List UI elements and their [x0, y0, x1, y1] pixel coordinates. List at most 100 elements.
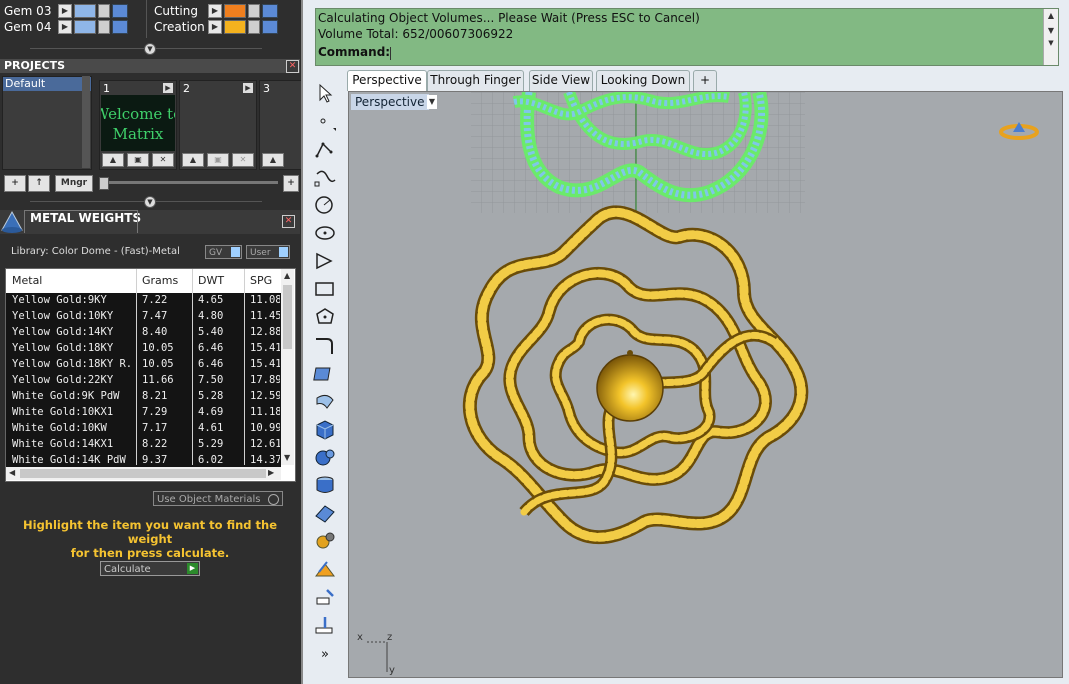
- lock-icon[interactable]: [98, 4, 110, 18]
- transform-icon[interactable]: [313, 586, 337, 608]
- layer-color-swatch[interactable]: [74, 4, 96, 18]
- table-row[interactable]: Yellow Gold:18KY R... 10.05 6.46 15.41: [6, 357, 281, 373]
- polygon-icon[interactable]: [313, 306, 337, 328]
- scroll-down-icon[interactable]: ▼: [1044, 26, 1058, 35]
- collapse-handle[interactable]: ▼: [144, 196, 156, 208]
- table-row[interactable]: Yellow Gold:22KY 11.66 7.50 17.89: [6, 373, 281, 389]
- metal-weights-table[interactable]: Metal Grams DWT SPG Yellow Gold:9KY 7.22 4…: [5, 268, 296, 482]
- fillet-icon[interactable]: [313, 334, 337, 356]
- slider-handle[interactable]: [99, 177, 109, 190]
- load-icon[interactable]: ▲: [262, 153, 284, 167]
- plane-surface-icon[interactable]: [313, 502, 337, 524]
- layer-expand-icon[interactable]: ▶: [208, 20, 222, 34]
- column-header-dwt[interactable]: DWT: [198, 274, 224, 287]
- project-list[interactable]: Default: [2, 76, 92, 170]
- tab-perspective[interactable]: Perspective: [347, 70, 427, 91]
- slot-menu-icon[interactable]: ▶: [243, 83, 253, 93]
- save-icon[interactable]: ▣: [127, 153, 149, 167]
- tab-through-finger[interactable]: Through Finger: [427, 70, 524, 91]
- layer-row-creation[interactable]: Creation ▶: [150, 19, 280, 35]
- add-project-button[interactable]: +: [4, 175, 26, 192]
- command-input[interactable]: [390, 45, 1050, 61]
- layer-color-swatch[interactable]: [74, 20, 96, 34]
- lock-icon[interactable]: [248, 20, 260, 34]
- gem-tool-icon[interactable]: [313, 558, 337, 580]
- layer-row-gem03[interactable]: Gem 03 ▶: [0, 3, 130, 19]
- layer-row-cutting[interactable]: Cutting ▶: [150, 3, 280, 19]
- lock-icon[interactable]: [248, 4, 260, 18]
- table-row[interactable]: Yellow Gold:18KY 10.05 6.46 15.41: [6, 341, 281, 357]
- scroll-up-icon[interactable]: ▲: [284, 271, 290, 280]
- viewport-label[interactable]: Perspective: [351, 94, 429, 110]
- horizontal-scrollbar[interactable]: ◀ ▶: [6, 467, 281, 480]
- table-row[interactable]: White Gold:10KX1 7.29 4.69 11.18: [6, 405, 281, 421]
- curve-icon[interactable]: [313, 166, 337, 188]
- sphere-icon[interactable]: [313, 446, 337, 468]
- cylinder-icon[interactable]: [313, 474, 337, 496]
- select-arrow-icon[interactable]: [313, 82, 337, 104]
- layer-color-swatch[interactable]: [224, 4, 246, 18]
- polyline-icon[interactable]: [313, 138, 337, 160]
- table-row[interactable]: Yellow Gold:9KY 7.22 4.65 11.08: [6, 293, 281, 309]
- perspective-viewport[interactable]: x z y Perspective ▼: [348, 91, 1063, 678]
- project-slot-3[interactable]: 3 ▲: [259, 80, 302, 170]
- surface-edit-icon[interactable]: [313, 362, 337, 384]
- close-icon[interactable]: ✕: [286, 60, 299, 73]
- center-ball[interactable]: [596, 354, 664, 422]
- orientation-ring-icon[interactable]: [999, 122, 1039, 140]
- ellipse-icon[interactable]: [313, 222, 337, 244]
- sweep-icon[interactable]: [313, 390, 337, 412]
- scroll-end-icon[interactable]: ▼: [1044, 39, 1058, 47]
- layer-visibility-toggle[interactable]: [262, 4, 278, 18]
- layer-expand-icon[interactable]: ▶: [58, 20, 72, 34]
- scroll-up-icon[interactable]: ▲: [1044, 11, 1058, 20]
- load-icon[interactable]: ▲: [102, 153, 124, 167]
- table-row[interactable]: Yellow Gold:10KY 7.47 4.80 11.45: [6, 309, 281, 325]
- project-item-default[interactable]: Default: [3, 77, 91, 91]
- arc-icon[interactable]: [313, 250, 337, 272]
- box-icon[interactable]: [313, 418, 337, 440]
- project-slot-2[interactable]: 2 ▶ ▲ ▣ ✕: [179, 80, 257, 170]
- layer-visibility-toggle[interactable]: [262, 20, 278, 34]
- analyze-icon[interactable]: [313, 614, 337, 636]
- tab-looking-down[interactable]: Looking Down: [596, 70, 690, 91]
- vertical-scrollbar[interactable]: ▲ ▼: [281, 269, 294, 465]
- scroll-thumb[interactable]: [20, 469, 266, 478]
- table-row[interactable]: White Gold:9K PdW 8.21 5.28 12.59: [6, 389, 281, 405]
- layer-visibility-toggle[interactable]: [112, 20, 128, 34]
- rectangle-icon[interactable]: [313, 278, 337, 300]
- column-header-spg[interactable]: SPG: [250, 274, 272, 287]
- scroll-left-icon[interactable]: ◀: [9, 468, 15, 477]
- slot-menu-icon[interactable]: ▶: [163, 83, 173, 93]
- layer-expand-icon[interactable]: ▶: [58, 4, 72, 18]
- gv-toggle[interactable]: GV: [205, 245, 242, 259]
- project-slot-1[interactable]: 1 ▶ Welcome to Matrix ▲ ▣ ✕: [94, 80, 182, 170]
- table-row[interactable]: Yellow Gold:14KY 8.40 5.40 12.88: [6, 325, 281, 341]
- load-icon[interactable]: ▲: [182, 153, 204, 167]
- user-toggle[interactable]: User: [246, 245, 290, 259]
- close-icon[interactable]: ✕: [282, 215, 295, 228]
- project-list-scrollbar[interactable]: [82, 76, 90, 168]
- command-scrollbar[interactable]: ▲ ▼ ▼: [1043, 9, 1058, 65]
- column-header-grams[interactable]: Grams: [142, 274, 178, 287]
- point-icon[interactable]: [313, 110, 337, 132]
- gear-icon[interactable]: [313, 530, 337, 552]
- up-button[interactable]: ↑: [28, 175, 50, 192]
- manager-button[interactable]: Mngr: [55, 175, 93, 192]
- circle-icon[interactable]: [313, 194, 337, 216]
- delete-icon[interactable]: ✕: [152, 153, 174, 167]
- scroll-right-icon[interactable]: ▶: [268, 468, 274, 477]
- layer-row-gem04[interactable]: Gem 04 ▶: [0, 19, 130, 35]
- table-row[interactable]: White Gold:14KX1 8.22 5.29 12.61: [6, 437, 281, 453]
- delete-icon[interactable]: ✕: [232, 153, 254, 167]
- column-header-metal[interactable]: Metal: [12, 274, 42, 287]
- calculate-button[interactable]: Calculate ▶: [100, 561, 200, 576]
- scroll-thumb[interactable]: [283, 285, 292, 349]
- collapse-handle[interactable]: ▼: [144, 43, 156, 55]
- more-tools-icon[interactable]: »: [313, 644, 337, 666]
- scroll-down-icon[interactable]: ▼: [284, 453, 290, 462]
- lock-icon[interactable]: [98, 20, 110, 34]
- use-object-materials-toggle[interactable]: Use Object Materials: [153, 491, 283, 506]
- layer-visibility-toggle[interactable]: [112, 4, 128, 18]
- layer-expand-icon[interactable]: ▶: [208, 4, 222, 18]
